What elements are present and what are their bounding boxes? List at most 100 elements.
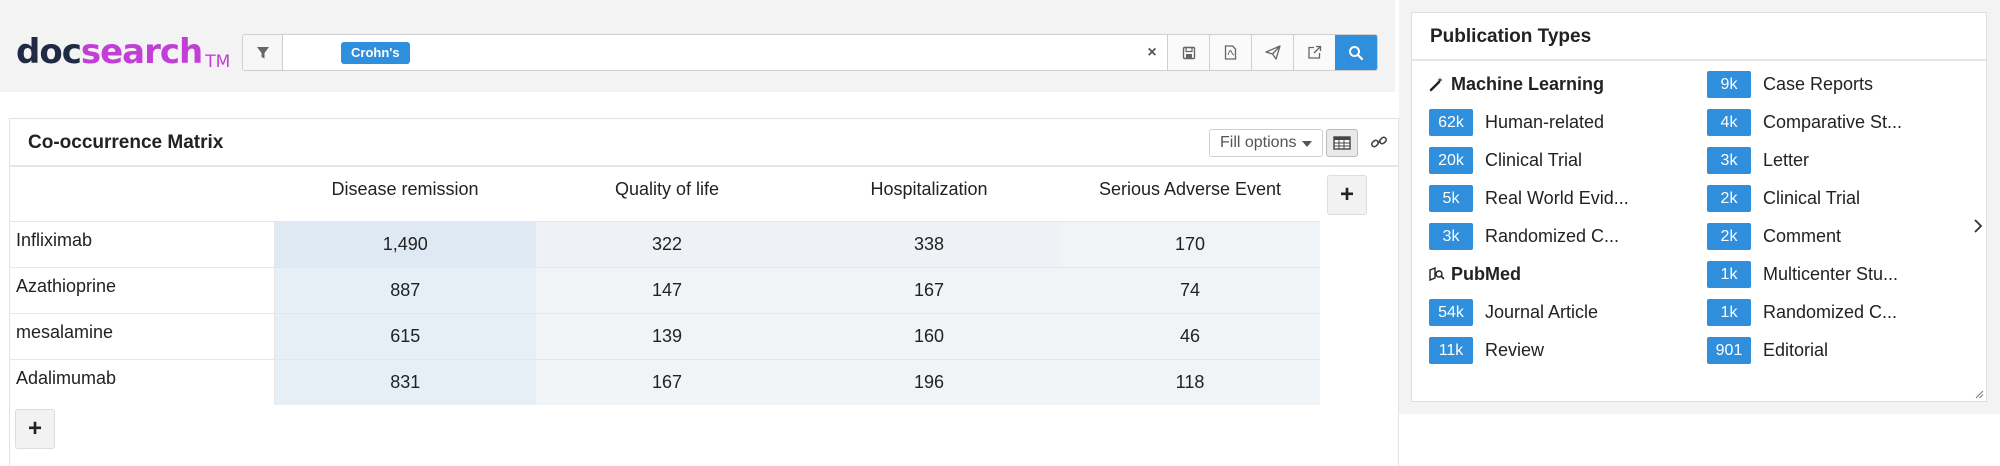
publication-type-item[interactable]: 3k Randomized C... <box>1429 221 1619 251</box>
table-icon <box>1333 136 1351 150</box>
group-header-label: PubMed <box>1451 263 1521 284</box>
publication-type-item[interactable]: 20k Clinical Trial <box>1429 145 1582 175</box>
matrix-cell[interactable]: 147 <box>536 266 798 313</box>
close-icon: × <box>1147 43 1157 61</box>
row-header[interactable]: Azathioprine <box>10 266 275 313</box>
external-link-icon <box>1308 45 1322 59</box>
column-header[interactable]: Quality of life <box>536 167 798 221</box>
count-badge: 2k <box>1707 184 1751 212</box>
fill-options-label: Fill options <box>1220 134 1297 151</box>
matrix-cell[interactable]: 322 <box>536 220 798 267</box>
matrix-cell[interactable]: 1,490 <box>274 220 536 267</box>
add-row-button[interactable]: + <box>15 409 55 449</box>
publication-type-label: Letter <box>1763 149 1810 170</box>
publication-type-item[interactable]: 11k Review <box>1429 335 1544 365</box>
add-column-button[interactable]: + <box>1327 175 1367 215</box>
search-input[interactable]: Crohn's <box>283 35 1137 70</box>
count-badge: 3k <box>1707 146 1751 174</box>
matrix-cell[interactable]: 167 <box>798 266 1060 313</box>
column-header[interactable]: Disease remission <box>274 167 536 221</box>
count-badge: 2k <box>1707 222 1751 250</box>
matrix-cell[interactable]: 196 <box>798 358 1060 405</box>
pubmed-icon <box>1429 267 1445 281</box>
save-icon <box>1182 46 1195 59</box>
magic-wand-icon <box>1429 77 1443 92</box>
publication-type-label: Human-related <box>1485 111 1605 132</box>
count-badge: 20k <box>1429 146 1473 174</box>
publication-type-item[interactable]: 3k Letter <box>1707 145 1809 175</box>
co-occurrence-matrix-panel: Co-occurrence Matrix Fill options Diseas… <box>9 118 1399 466</box>
share-button[interactable] <box>1251 35 1293 70</box>
resize-handle-icon[interactable] <box>1975 390 1984 399</box>
publication-types-title: Publication Types <box>1412 13 1986 61</box>
publication-types-panel: Publication Types Machine Learning 62k Hum… <box>1411 12 1987 402</box>
group-header-label: Machine Learning <box>1451 73 1605 94</box>
publication-type-label: Comment <box>1763 225 1842 246</box>
publication-type-item[interactable]: 4k Comparative St... <box>1707 107 1902 137</box>
publication-type-label: Editorial <box>1763 339 1829 360</box>
row-header[interactable]: mesalamine <box>10 312 275 359</box>
pdf-button[interactable] <box>1209 35 1251 70</box>
publication-type-item[interactable]: 1k Multicenter Stu... <box>1707 259 1898 289</box>
publication-type-label: Review <box>1485 339 1545 360</box>
publication-type-item[interactable]: 901 Editorial <box>1707 335 1828 365</box>
count-badge: 9k <box>1707 70 1751 98</box>
column-header[interactable]: Hospitalization <box>798 167 1060 221</box>
matrix-cell[interactable]: 831 <box>274 358 536 405</box>
count-badge: 1k <box>1707 260 1751 288</box>
search-tag[interactable]: Crohn's <box>341 42 410 64</box>
matrix-cell[interactable]: 170 <box>1060 220 1320 267</box>
search-icon <box>1349 45 1364 60</box>
filter-button[interactable] <box>243 35 283 70</box>
count-badge: 54k <box>1429 298 1473 326</box>
matrix-cell[interactable]: 615 <box>274 312 536 359</box>
publication-type-label: Real World Evid... <box>1485 187 1629 208</box>
publication-type-item[interactable]: 1k Randomized C... <box>1707 297 1897 327</box>
chevron-right-icon[interactable] <box>1973 218 1983 234</box>
count-badge: 62k <box>1429 108 1473 136</box>
fill-options-dropdown[interactable]: Fill options <box>1209 129 1324 157</box>
count-badge: 5k <box>1429 184 1473 212</box>
publication-type-item[interactable]: 62k Human-related <box>1429 107 1604 137</box>
clear-button[interactable]: × <box>1137 35 1167 70</box>
publication-type-item[interactable]: 2k Clinical Trial <box>1707 183 1860 213</box>
publication-type-label: Multicenter Stu... <box>1763 263 1899 284</box>
search-button[interactable] <box>1335 35 1377 70</box>
matrix-cell[interactable]: 338 <box>798 220 1060 267</box>
publication-group-header: PubMed <box>1429 259 1521 289</box>
count-badge: 4k <box>1707 108 1751 136</box>
filter-icon <box>256 46 269 58</box>
table-view-toggle[interactable] <box>1326 129 1358 157</box>
matrix-cell[interactable]: 139 <box>536 312 798 359</box>
matrix-cell[interactable]: 118 <box>1060 358 1320 405</box>
matrix-cell[interactable]: 46 <box>1060 312 1320 359</box>
publication-type-item[interactable]: 2k Comment <box>1707 221 1841 251</box>
publication-type-item[interactable]: 9k Case Reports <box>1707 69 1873 99</box>
matrix-cell[interactable]: 887 <box>274 266 536 313</box>
count-badge: 1k <box>1707 298 1751 326</box>
publication-type-item[interactable]: 54k Journal Article <box>1429 297 1598 327</box>
row-header[interactable]: Infliximab <box>10 220 275 267</box>
corner-cell <box>10 167 274 221</box>
save-button[interactable] <box>1167 35 1209 70</box>
matrix-header: Co-occurrence Matrix Fill options <box>10 119 1398 167</box>
open-external-button[interactable] <box>1293 35 1335 70</box>
count-badge: 901 <box>1707 336 1751 364</box>
column-header[interactable]: Serious Adverse Event <box>1060 167 1320 221</box>
matrix-cell[interactable]: 160 <box>798 312 1060 359</box>
link-icon <box>1370 136 1388 148</box>
publication-type-item[interactable]: 5k Real World Evid... <box>1429 183 1629 213</box>
matrix-cell[interactable]: 167 <box>536 358 798 405</box>
search-bar: Crohn's × <box>242 34 1378 71</box>
matrix-header-row: Disease remission Quality of life Hospit… <box>10 167 1320 221</box>
table-row: Infliximab 1,490 322 338 170 <box>10 220 1320 267</box>
matrix-cell[interactable]: 74 <box>1060 266 1320 313</box>
logo[interactable]: docsearch TM <box>16 30 230 84</box>
publication-type-label: Case Reports <box>1763 73 1874 94</box>
publication-type-label: Journal Article <box>1485 301 1599 322</box>
logo-search: search <box>80 32 203 72</box>
caret-down-icon <box>1302 141 1313 147</box>
link-button[interactable] <box>1370 133 1388 156</box>
row-header[interactable]: Adalimumab <box>10 358 275 405</box>
publication-type-label: Randomized C... <box>1763 301 1898 322</box>
